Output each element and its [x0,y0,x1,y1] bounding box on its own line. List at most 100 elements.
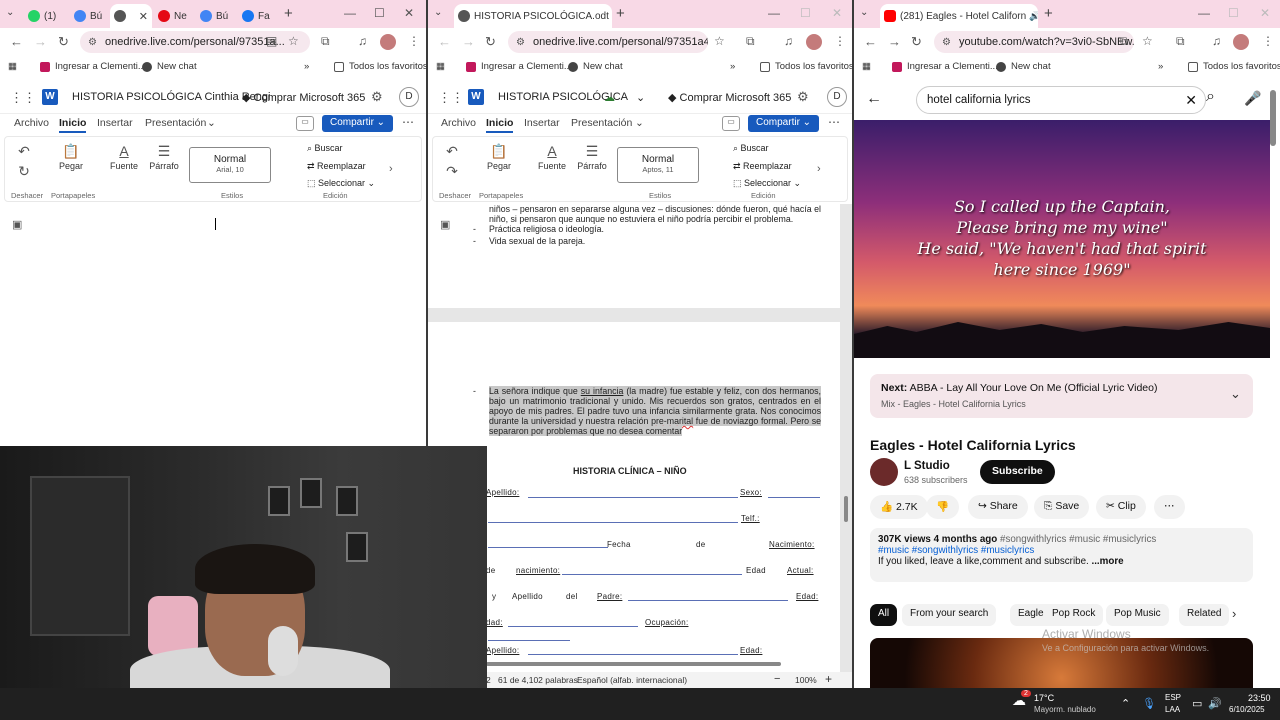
replace-button[interactable]: ⇄ Reemplazar [733,161,792,172]
back-button[interactable]: ← [438,34,451,49]
apps-grid-icon[interactable]: ▦ [862,61,871,72]
status-language[interactable]: Español (alfab. internacional) [577,675,687,685]
tab-whatsapp[interactable]: (1) [24,4,68,28]
media-controls-icon[interactable]: ♫ [358,34,367,48]
bookmark-clementina[interactable]: Ingresar a Clementi... [892,61,998,72]
menu-dots-icon[interactable]: ⋮ [1262,34,1274,48]
tab-presentacion[interactable]: Presentación [145,117,206,129]
voice-search-icon[interactable]: 🎤 [1244,90,1261,107]
tab-presentacion[interactable]: Presentación [571,117,632,129]
forward-button[interactable]: → [888,34,901,49]
extensions-icon[interactable]: ⧉ [321,34,330,49]
vertical-scrollbar[interactable] [844,496,848,522]
media-controls-icon[interactable]: ♫ [784,34,793,48]
video-player[interactable]: So I called up the Captain, Please bring… [854,120,1270,358]
style-normal[interactable]: Normal Arial, 10 [189,147,271,183]
bookmark-star-icon[interactable]: ☆ [288,34,299,48]
select-button[interactable]: ⬚ Seleccionar ⌄ [307,178,375,189]
weather-desc[interactable]: Mayorm. nublado [1034,705,1096,714]
clip-button[interactable]: ✂ Clip [1096,495,1146,519]
paragraph-icon[interactable]: ☰ [575,143,609,161]
share-button[interactable]: Compartir ⌄ [748,115,820,132]
reload-button[interactable]: ↻ [58,34,69,50]
all-bookmarks[interactable]: Todos los favoritos [1188,61,1280,72]
tab-archivo[interactable]: Archivo [14,117,49,129]
extensions-icon[interactable]: ⧉ [1176,34,1185,49]
buy-m365-button[interactable]: ◆ Comprar Microsoft 365 [242,91,365,104]
tab-netflix[interactable]: Ne [154,4,194,28]
tab-search-icon[interactable]: ⌄ [6,7,14,18]
subscribe-button[interactable]: Subscribe [980,460,1055,484]
tab-inicio[interactable]: Inicio [486,117,514,133]
menu-dots-icon[interactable]: ⋮ [834,34,846,48]
forward-button[interactable]: → [34,34,47,49]
tab-inicio[interactable]: Inicio [59,117,87,133]
audio-playing-icon[interactable]: 🔊 [1029,11,1038,22]
chevron-down-icon[interactable]: ⌄ [1230,386,1241,402]
profile-avatar[interactable] [1233,34,1249,50]
bookmark-new-chat[interactable]: New chat [142,61,197,72]
find-button[interactable]: ⌕ Buscar [307,143,343,154]
font-color-icon[interactable]: A [537,143,567,161]
comments-icon[interactable]: ▭ [722,116,740,131]
chips-next-icon[interactable]: › [1232,606,1236,621]
clear-search-icon[interactable]: ✕ [1185,87,1197,113]
save-button[interactable]: ⎘ Save [1034,495,1090,519]
zoom-in-button[interactable]: + [825,672,832,686]
undo-icon[interactable]: ↶ [439,143,465,161]
document-title[interactable]: HISTORIA PSICOLÓGICA Cinthia Rengi [72,91,270,103]
reload-button[interactable]: ↻ [911,34,922,50]
buy-m365-button[interactable]: ◆ Comprar Microsoft 365 [668,91,791,104]
profile-avatar[interactable] [806,34,822,50]
paragraph-button[interactable]: Párrafo [147,161,181,171]
media-controls-icon[interactable]: ♫ [1212,34,1221,48]
new-tab-button[interactable]: + [284,5,293,22]
maximize-button[interactable]: ☐ [1228,6,1239,20]
tab-busqueda-1[interactable]: Bú [70,4,110,28]
tab-onedrive-active[interactable]: ✕ [110,4,152,28]
user-avatar[interactable]: D [399,87,419,107]
tab-historia-odt[interactable]: HISTORIA PSICOLÓGICA.odt✕ [454,4,612,28]
dislike-button[interactable]: 👎 [926,495,960,519]
clock-date[interactable]: 6/10/2025 [1229,705,1265,714]
close-window-button[interactable]: ✕ [404,6,414,20]
new-tab-button[interactable]: + [1044,5,1053,22]
ribbon-scroll-right-icon[interactable]: › [389,163,393,175]
profile-avatar[interactable] [380,34,396,50]
misspelled-word[interactable]: pre-marital [651,416,693,426]
document-canvas[interactable]: ▣ niños – pensaron en separarse alguna v… [428,204,852,672]
site-info-icon[interactable]: ⚙ [516,37,525,48]
chip-pop-music[interactable]: Pop Music [1106,604,1169,626]
minimize-button[interactable]: — [768,6,780,20]
close-tab-icon[interactable]: ✕ [609,10,612,23]
address-bar[interactable]: ⚙ youtube.com/watch?v=3vi0-SbNEw... [934,31,1134,53]
address-bar[interactable]: ⚙ onedrive.live.com/personal/97351a4aa3..… [508,31,708,53]
bookmarks-overflow-icon[interactable]: » [304,61,309,72]
close-window-button[interactable]: ✕ [1260,6,1270,20]
replace-button[interactable]: ⇄ Reemplazar [307,161,366,172]
apps-grid-icon[interactable]: ▦ [8,61,17,72]
bookmark-new-chat[interactable]: New chat [996,61,1051,72]
network-icon[interactable]: ▭ [1192,697,1202,710]
app-launcher-icon[interactable]: ⋮⋮ [10,90,36,106]
app-launcher-icon[interactable]: ⋮⋮ [438,90,464,106]
ribbon-scroll-right-icon[interactable]: › [817,163,821,175]
site-info-icon[interactable]: ⚙ [942,37,951,48]
more-options-icon[interactable]: ⋯ [402,115,414,129]
status-word-count[interactable]: 61 de 4,102 palabras [498,675,578,685]
chip-from-search[interactable]: From your search [902,604,997,626]
paste-icon[interactable]: 📋 [51,143,91,161]
search-icon[interactable]: ⌕ [1206,88,1215,106]
bookmark-star-icon[interactable]: ☆ [714,34,725,48]
bookmark-star-icon[interactable]: ☆ [1142,34,1153,48]
find-button[interactable]: ⌕ Buscar [733,143,769,154]
video-description[interactable]: 307K views 4 months ago #songwithlyrics … [870,528,1253,582]
zoom-level[interactable]: 100% [795,675,817,685]
forward-button[interactable]: → [462,34,475,49]
more-actions-icon[interactable]: ⋯ [1154,495,1185,519]
redo-icon[interactable]: ↻ [11,163,37,181]
ribbon-expand-chevron-icon[interactable]: ⌄ [207,117,216,129]
undo-icon[interactable]: ↶ [11,143,37,161]
tab-search-icon[interactable]: ⌄ [860,7,868,18]
channel-name[interactable]: L Studio [904,460,950,472]
